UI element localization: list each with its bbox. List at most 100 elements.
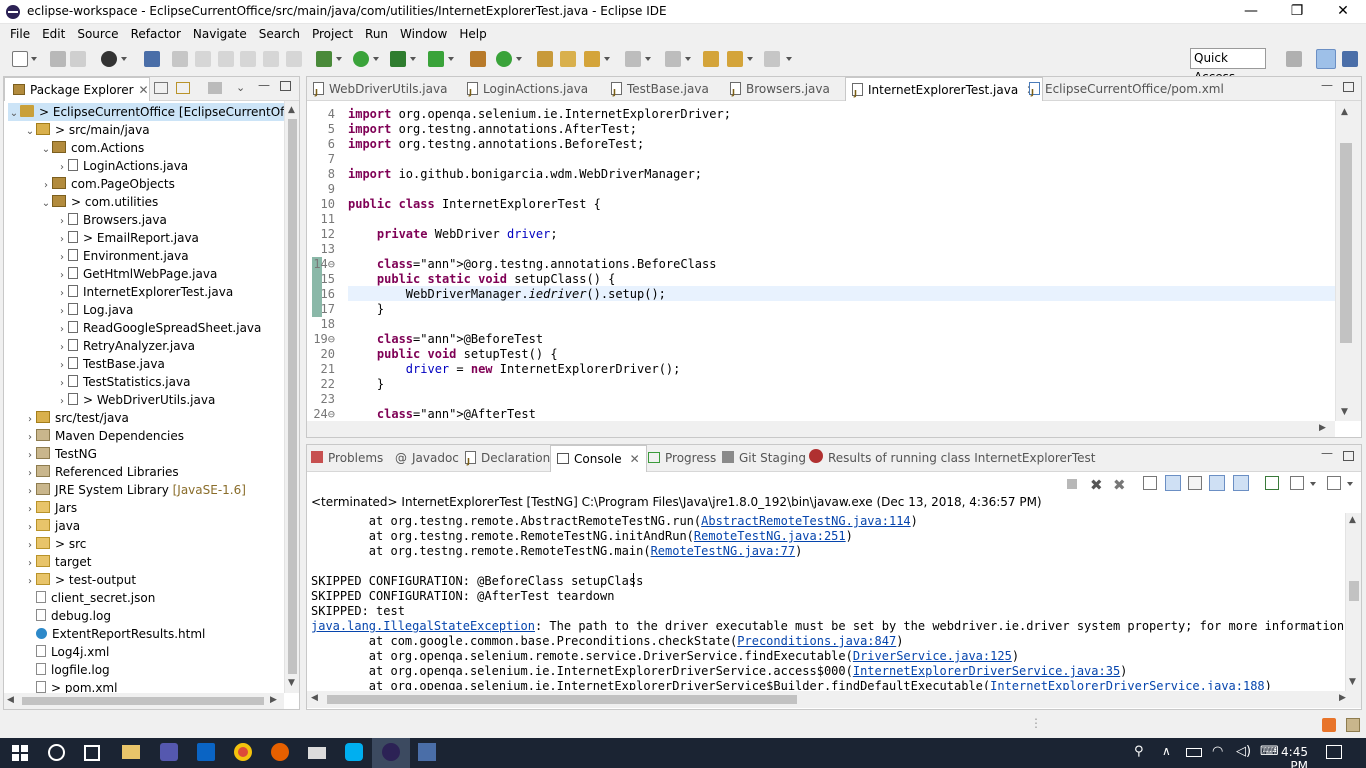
open-console-icon[interactable]	[1327, 476, 1341, 490]
code-line[interactable]: driver = new InternetExplorerDriver();	[348, 362, 681, 377]
tree-item[interactable]: ⌄ > EclipseCurrentOffice [EclipseCurrentO…	[8, 103, 284, 121]
display-selected-console-icon[interactable]	[1290, 476, 1304, 490]
tree-item[interactable]: › GetHtmlWebPage.java	[56, 265, 217, 283]
menu-project[interactable]: Project	[306, 25, 359, 43]
debug-perspective-icon[interactable]	[1342, 51, 1358, 67]
menu-run[interactable]: Run	[359, 25, 394, 43]
tree-item[interactable]: Log4j.xml	[24, 643, 109, 661]
code-line[interactable]: private WebDriver driver;	[348, 227, 558, 242]
tree-item[interactable]: › TestStatistics.java	[56, 373, 190, 391]
tab-git-staging[interactable]: Git Staging	[722, 446, 806, 470]
run-icon[interactable]	[353, 51, 369, 67]
wifi-icon[interactable]: ◠	[1212, 744, 1223, 759]
tree-item[interactable]: › target	[24, 553, 92, 571]
back-icon[interactable]	[727, 51, 743, 67]
stacktrace-link[interactable]: Preconditions.java:847	[737, 634, 896, 648]
people-icon[interactable]: ⚲	[1134, 744, 1144, 759]
minimize-editor-icon[interactable]: —	[1321, 78, 1333, 92]
tree-item[interactable]: ExtentReportResults.html	[24, 625, 205, 643]
menu-search[interactable]: Search	[253, 25, 306, 43]
console-output[interactable]: at org.testng.remote.AbstractRemoteTestN…	[307, 514, 1345, 690]
stacktrace-link[interactable]: InternetExplorerDriverService.java:35	[853, 664, 1120, 678]
notification-icon[interactable]	[1346, 718, 1360, 732]
last-edit-icon[interactable]	[703, 51, 719, 67]
terminate-icon[interactable]	[1067, 479, 1077, 489]
tree-item[interactable]: › java	[24, 517, 80, 535]
volume-icon[interactable]: ◁)	[1236, 744, 1251, 759]
windows-start-icon[interactable]	[12, 745, 28, 761]
toolbar-icon[interactable]	[195, 51, 211, 67]
expanded-twisty-icon[interactable]: ⌄	[40, 195, 52, 213]
menu-source[interactable]: Source	[71, 25, 124, 43]
toolbar-icon[interactable]	[240, 51, 256, 67]
tree-item[interactable]: › Browsers.java	[56, 211, 167, 229]
next-annotation-icon[interactable]	[625, 51, 641, 67]
tab-pom-xml[interactable]: EclipseCurrentOffice/pom.xml	[1029, 77, 1224, 105]
open-perspective-icon[interactable]	[1286, 51, 1302, 67]
code-line[interactable]: }	[348, 302, 384, 317]
code-line[interactable]: public static void setupClass() {	[348, 272, 615, 287]
stacktrace-link[interactable]: InternetExplorerDriverService.java:188	[990, 679, 1265, 690]
maximize-button[interactable]: ❐	[1274, 0, 1320, 24]
pin-console-icon[interactable]	[1265, 476, 1279, 490]
scroll-lock-icon[interactable]	[1165, 475, 1181, 491]
show-console-on-stdout-icon[interactable]	[1209, 475, 1225, 491]
tree-item[interactable]: › JRE System Library [JavaSE-1.6]	[24, 481, 246, 499]
new-class-icon[interactable]	[496, 51, 512, 67]
stacktrace-link[interactable]: RemoteTestNG.java:77	[651, 544, 796, 558]
maximize-editor-icon[interactable]	[1343, 82, 1354, 92]
debug-as-icon[interactable]	[316, 51, 332, 67]
show-console-on-stderr-icon[interactable]	[1233, 475, 1249, 491]
file-explorer-icon[interactable]	[122, 745, 140, 759]
menu-edit[interactable]: Edit	[36, 25, 71, 43]
open-type-icon[interactable]	[537, 51, 553, 67]
tab-problems[interactable]: Problems	[311, 446, 383, 470]
code-line[interactable]: public class InternetExplorerTest {	[348, 197, 601, 212]
battery-icon[interactable]	[1186, 748, 1202, 757]
tab-console[interactable]: Console ✕	[550, 445, 647, 472]
close-tab-icon[interactable]: ✕	[630, 452, 640, 466]
minimize-button[interactable]: —	[1228, 0, 1274, 24]
new-java-project-icon[interactable]	[470, 51, 486, 67]
firefox-icon[interactable]	[271, 743, 289, 761]
tree-item[interactable]: › Maven Dependencies	[24, 427, 184, 445]
tab-internetexplorertest[interactable]: InternetExplorerTest.java✕	[845, 77, 1044, 106]
open-folder-icon[interactable]	[560, 51, 576, 67]
stacktrace-link[interactable]: java.lang.IllegalStateException	[311, 619, 535, 633]
tree-item[interactable]: › RetryAnalyzer.java	[56, 337, 195, 355]
view-menu-icon[interactable]: ⌄	[236, 81, 245, 94]
maximize-view-icon[interactable]	[280, 81, 291, 91]
tree-item[interactable]: ⌄ > src/main/java	[24, 121, 150, 139]
console-vertical-scrollbar[interactable]: ▲ ▼	[1345, 513, 1361, 691]
toolbar-icon[interactable]	[172, 51, 188, 67]
skype-icon[interactable]	[345, 743, 363, 761]
toolbar-icon[interactable]	[218, 51, 234, 67]
code-line[interactable]: class="ann">@AfterTest	[348, 407, 536, 422]
toolbar-icon[interactable]	[263, 51, 279, 67]
minimize-panel-icon[interactable]: —	[1321, 446, 1333, 460]
tab-testng-results[interactable]: Results of running class InternetExplore…	[809, 446, 1096, 470]
tab-browsers[interactable]: Browsers.java	[730, 77, 830, 105]
code-text-area[interactable]: import org.openqa.selenium.ie.InternetEx…	[348, 107, 1335, 423]
save-icon[interactable]	[50, 51, 66, 67]
task-view-icon[interactable]	[84, 745, 100, 761]
toolbar-icon[interactable]	[286, 51, 302, 67]
tree-item[interactable]: ⌄ com.Actions	[40, 139, 144, 157]
filter-icon[interactable]	[208, 82, 222, 94]
tree-item[interactable]: › > src	[24, 535, 86, 553]
close-icon[interactable]: ✕	[139, 83, 149, 97]
tree-item[interactable]: › > test-output	[24, 571, 136, 589]
tab-webdriverutils[interactable]: WebDriverUtils.java	[313, 77, 447, 105]
scroll-thumb[interactable]	[22, 697, 264, 705]
tree-item[interactable]: › src/test/java	[24, 409, 129, 427]
word-wrap-icon[interactable]	[1188, 476, 1202, 490]
action-center-icon[interactable]	[1326, 745, 1342, 759]
tree-item[interactable]: logfile.log	[24, 661, 110, 679]
expanded-twisty-icon[interactable]: ⌄	[24, 123, 36, 141]
eclipse-taskbar-icon[interactable]	[382, 743, 400, 761]
cortana-search-icon[interactable]	[48, 744, 65, 761]
collapse-all-icon[interactable]	[154, 82, 168, 94]
skip-breakpoints-icon[interactable]	[144, 51, 160, 67]
code-line[interactable]: WebDriverManager.iedriver().setup();	[348, 287, 666, 302]
stacktrace-link[interactable]: AbstractRemoteTestNG.java:114	[701, 514, 911, 528]
